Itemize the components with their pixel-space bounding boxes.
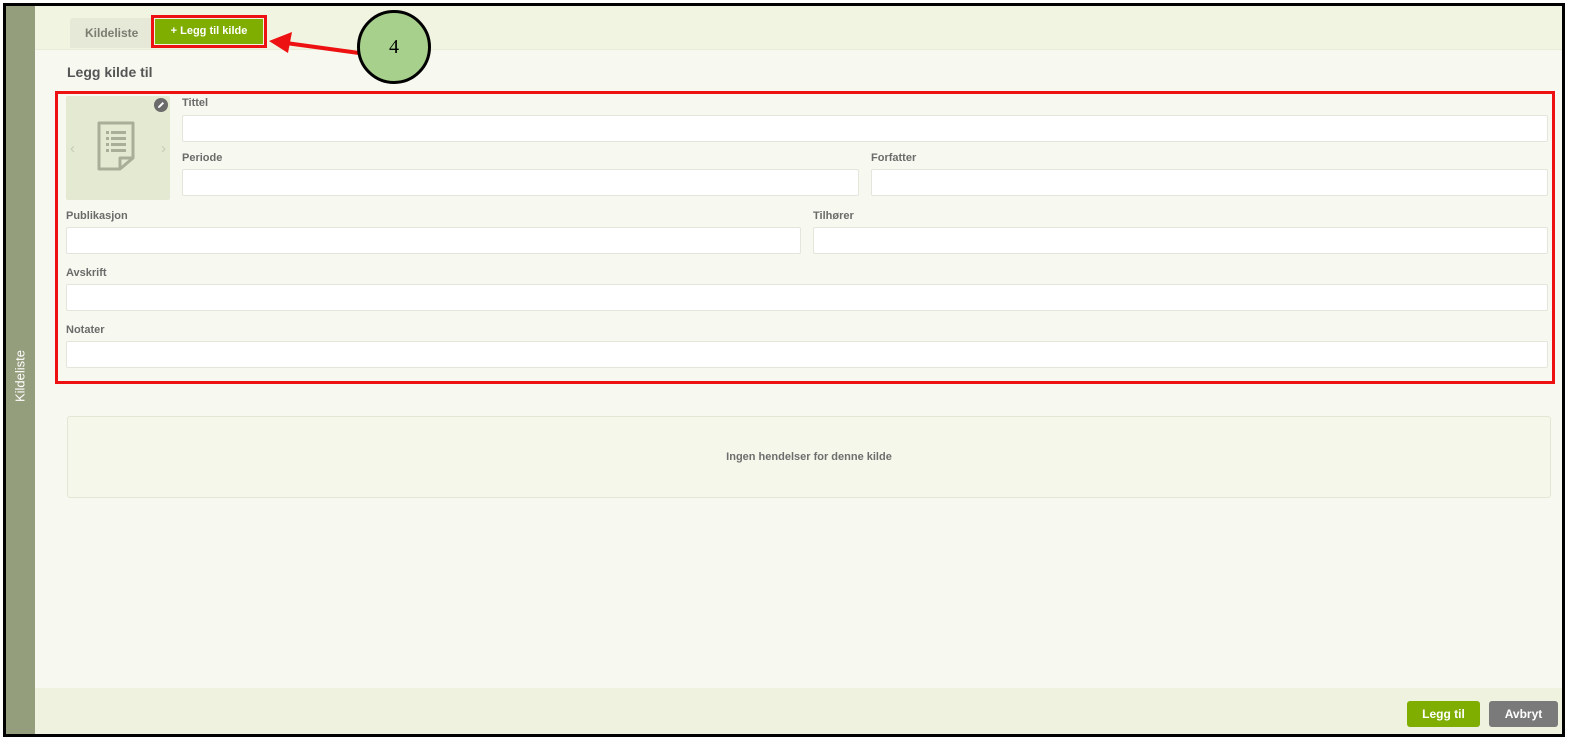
- document-icon: [97, 121, 135, 171]
- footer-bar: Legg til Avbryt: [35, 688, 1562, 734]
- source-form: ‹ › Tittel Periode Forfatter Publikasjon…: [55, 91, 1555, 384]
- app-frame: Kildeliste Kildeliste + Legg til kilde 4…: [3, 3, 1565, 737]
- chevron-left-icon[interactable]: ‹: [70, 140, 75, 157]
- main-content: Legg kilde til ‹ › Tittel Periode Forfat…: [35, 49, 1562, 688]
- page-title: Legg kilde til: [67, 64, 153, 80]
- publication-label: Publikasjon: [66, 210, 128, 222]
- notes-label: Notater: [66, 324, 105, 336]
- cancel-button[interactable]: Avbryt: [1489, 701, 1558, 727]
- transcript-label: Avskrift: [66, 267, 107, 279]
- belongs-to-label: Tilhører: [813, 210, 854, 222]
- publication-input[interactable]: [66, 227, 801, 254]
- events-panel: Ingen hendelser for denne kilde: [67, 416, 1551, 498]
- notes-input[interactable]: [66, 341, 1548, 368]
- belongs-to-input[interactable]: [813, 227, 1548, 254]
- chevron-right-icon[interactable]: ›: [161, 140, 166, 157]
- period-label: Periode: [182, 152, 223, 164]
- title-label: Tittel: [182, 97, 209, 109]
- edit-icon[interactable]: [154, 98, 168, 112]
- side-rail-label: Kildeliste: [12, 349, 28, 403]
- source-image-card[interactable]: ‹ ›: [66, 96, 170, 200]
- side-rail[interactable]: Kildeliste: [6, 6, 35, 734]
- author-label: Forfatter: [871, 152, 917, 164]
- period-input[interactable]: [182, 169, 859, 196]
- transcript-input[interactable]: [66, 284, 1548, 311]
- add-button[interactable]: Legg til: [1407, 701, 1480, 727]
- title-input[interactable]: [182, 115, 1548, 142]
- author-input[interactable]: [871, 169, 1548, 196]
